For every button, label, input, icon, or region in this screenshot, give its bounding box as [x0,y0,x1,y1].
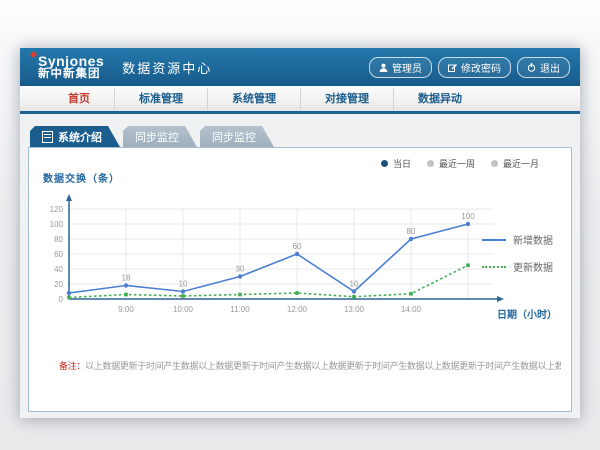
footer-note-text: 以上数据更新于时间产生数据以上数据更新于时间产生数据以上数据更新于时间产生数据以… [85,361,561,371]
change-password-button[interactable]: 修改密码 [438,57,511,78]
logo-company-text: 新中新集团 [38,68,104,80]
power-icon [527,63,536,72]
content-area: 系统介绍 同步监控 同步监控 当日 最近一周 [20,114,580,418]
radio-unselected-icon [427,160,434,167]
logout-label: 退出 [540,60,560,75]
tab-bar: 系统介绍 同步监控 同步监控 [30,126,580,147]
footer-note: 备注：以上数据更新于时间产生数据以上数据更新于时间产生数据以上数据更新于时间产生… [59,359,561,372]
radio-unselected-icon [491,160,498,167]
radio-last-week-label: 最近一周 [439,157,475,170]
tab-sync-monitor-2-label: 同步监控 [212,129,256,145]
svg-text:30: 30 [236,265,245,274]
nav-item-system-management[interactable]: 系统管理 [208,88,301,110]
user-icon [379,63,388,72]
dashed-line-icon [482,266,506,268]
svg-text:13:00: 13:00 [344,305,365,314]
change-password-label: 修改密码 [461,60,501,75]
svg-text:60: 60 [54,250,63,259]
app-header: Synjones 新中新集团 数据资源中心 管理员 修改密码 退出 [20,48,580,86]
document-icon [42,131,53,143]
legend-updated-data: 更新数据 [482,259,553,274]
svg-text:11:00: 11:00 [230,305,250,314]
nav-item-interface-management[interactable]: 对接管理 [301,88,394,110]
svg-text:14:00: 14:00 [401,305,422,314]
nav-item-home[interactable]: 首页 [44,88,115,110]
svg-text:10:00: 10:00 [173,305,194,314]
x-axis-title: 日期（小时） [497,306,557,321]
tab-sync-monitor-1-label: 同步监控 [135,129,179,145]
radio-last-week[interactable]: 最近一周 [427,157,475,170]
nav-item-standard-management[interactable]: 标准管理 [115,88,208,110]
company-logo: Synjones 新中新集团 [38,54,104,81]
svg-text:120: 120 [50,205,64,214]
header-actions: 管理员 修改密码 退出 [369,57,570,78]
svg-text:60: 60 [293,242,302,251]
spark-icon [30,51,37,58]
edit-icon [448,63,457,72]
svg-text:9:00: 9:00 [118,305,134,314]
logo-brand-text: Synjones [38,54,104,69]
svg-text:100: 100 [461,212,475,221]
admin-user-label: 管理员 [392,60,422,75]
radio-today-label: 当日 [393,157,411,170]
page-title: 数据资源中心 [122,58,212,77]
main-nav: 首页 标准管理 系统管理 对接管理 数据异动 [20,86,580,114]
chart-legend: 新增数据 更新数据 [482,232,553,286]
legend-updated-data-label: 更新数据 [513,259,553,274]
solid-line-icon [482,239,506,241]
svg-text:18: 18 [122,274,131,283]
date-range-filter: 当日 最近一周 最近一月 [381,157,539,170]
radio-last-month-label: 最近一月 [503,157,539,170]
tab-sync-monitor-2[interactable]: 同步监控 [200,126,274,147]
tab-sync-monitor-1[interactable]: 同步监控 [123,126,197,147]
tab-system-intro[interactable]: 系统介绍 [30,126,120,147]
tab-system-intro-label: 系统介绍 [58,129,102,145]
app-window: Synjones 新中新集团 数据资源中心 管理员 修改密码 退出 [20,48,580,418]
legend-new-data-label: 新增数据 [513,232,553,247]
svg-text:12:00: 12:00 [287,305,308,314]
legend-new-data: 新增数据 [482,232,553,247]
radio-selected-icon [381,160,388,167]
svg-text:80: 80 [54,235,63,244]
svg-text:10: 10 [350,280,359,289]
radio-last-month[interactable]: 最近一月 [491,157,539,170]
svg-text:80: 80 [407,227,416,236]
admin-user-button[interactable]: 管理员 [369,57,432,78]
chart-panel: 当日 最近一周 最近一月 数据交换（条） 0 20 40 60 80 100 120 9:00… [28,147,572,412]
svg-text:0: 0 [59,295,64,304]
footer-note-prefix: 备注： [59,361,85,371]
nav-item-data-changes[interactable]: 数据异动 [394,88,486,110]
svg-text:20: 20 [54,280,63,289]
line-chart: 0 20 40 60 80 100 120 9:00 10:00 11:00 12:00 13:00 1… [39,194,509,324]
svg-text:40: 40 [54,265,63,274]
radio-today[interactable]: 当日 [381,157,411,170]
svg-text:100: 100 [50,220,64,229]
y-axis-title: 数据交换（条） [43,170,120,185]
svg-text:10: 10 [179,280,188,289]
logout-button[interactable]: 退出 [517,57,570,78]
